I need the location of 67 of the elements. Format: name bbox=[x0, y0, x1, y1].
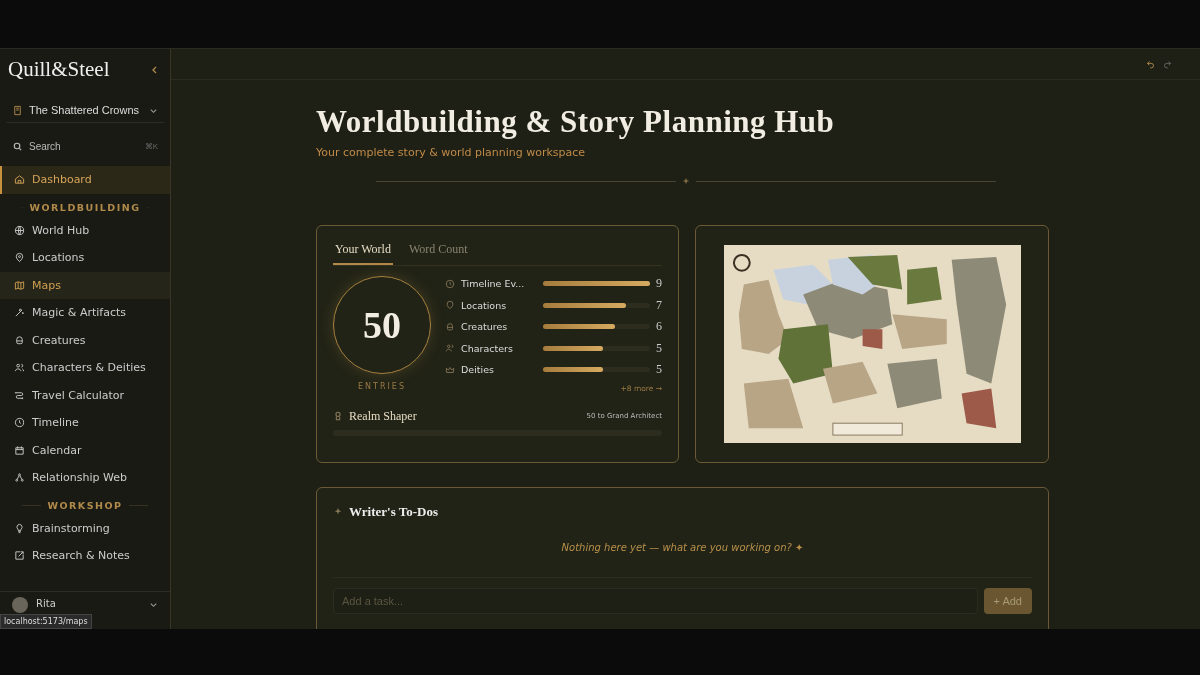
book-icon bbox=[12, 104, 23, 116]
nav-item[interactable]: Maps bbox=[0, 271, 170, 299]
total-label: ENTRIES bbox=[358, 382, 406, 391]
map-pin-icon bbox=[445, 300, 455, 311]
sparkle-icon bbox=[682, 177, 690, 185]
category-label: Deities bbox=[461, 364, 495, 376]
task-input[interactable]: Add a task... bbox=[333, 588, 978, 614]
search-button[interactable]: Search ⌘K bbox=[6, 133, 164, 160]
tab[interactable]: Word Count bbox=[406, 242, 470, 265]
section-heading: WORKSHOP bbox=[47, 499, 123, 511]
edit-note-icon bbox=[14, 550, 25, 562]
page-subtitle: Your complete story & world planning workspace bbox=[316, 146, 587, 159]
map-drawing[interactable] bbox=[723, 245, 1021, 443]
page-title: Worldbuilding & Story Planning Hub bbox=[316, 104, 836, 140]
undo-icon[interactable] bbox=[1146, 59, 1155, 69]
category-count: 6 bbox=[656, 319, 662, 335]
nav-item[interactable]: Characters & Deities bbox=[0, 354, 170, 382]
helmet-icon bbox=[14, 334, 25, 346]
app-logo[interactable]: Quill&Steel bbox=[8, 57, 110, 82]
home-icon bbox=[14, 174, 25, 186]
tab[interactable]: Your World bbox=[333, 242, 393, 265]
user-name[interactable]: Rita bbox=[36, 597, 56, 611]
nav-item[interactable]: Locations bbox=[0, 244, 170, 272]
category-count: 5 bbox=[656, 340, 662, 356]
nav-item[interactable]: Brainstorming bbox=[0, 514, 170, 542]
total-count: 50 bbox=[363, 303, 401, 347]
category-label: Characters bbox=[461, 342, 514, 354]
category-label: Creatures bbox=[461, 321, 509, 333]
nav-item[interactable]: Timeline bbox=[0, 409, 170, 437]
route-icon bbox=[14, 389, 25, 401]
empty-state-text: Nothing here yet — what are you working on? ✦ bbox=[560, 542, 805, 553]
nav-item[interactable]: Research & Notes bbox=[0, 542, 170, 570]
category-label: Locations bbox=[461, 299, 508, 311]
nav-item[interactable]: Calendar bbox=[0, 436, 170, 464]
wand-icon bbox=[14, 307, 25, 319]
nav-item[interactable]: Relationship Web bbox=[0, 464, 170, 492]
category-label: Timeline Ev... bbox=[461, 278, 526, 290]
chevron-down-icon[interactable] bbox=[149, 600, 158, 609]
network-icon bbox=[14, 472, 25, 484]
calendar-icon bbox=[14, 444, 25, 456]
medal-icon bbox=[333, 411, 343, 421]
clock-icon bbox=[14, 417, 25, 429]
globe-icon bbox=[14, 224, 25, 236]
link-preview-tooltip: localhost:5173/maps bbox=[0, 614, 92, 629]
nav-item[interactable]: Creatures bbox=[0, 326, 170, 354]
category-count: 7 bbox=[656, 297, 662, 313]
category-count: 9 bbox=[656, 276, 662, 292]
people-icon bbox=[445, 343, 455, 354]
category-count: 5 bbox=[656, 362, 662, 378]
nav-item[interactable]: Magic & Artifacts bbox=[0, 299, 170, 327]
search-icon bbox=[12, 141, 23, 152]
section-heading: WORLDBUILDING bbox=[29, 201, 141, 213]
avatar[interactable] bbox=[12, 597, 28, 613]
nav-item[interactable]: Travel Calculator bbox=[0, 381, 170, 409]
map-icon bbox=[14, 279, 25, 291]
map-pin-icon bbox=[14, 252, 25, 264]
todo-title: Writer's To-Dos bbox=[349, 504, 438, 520]
clock-icon bbox=[445, 278, 455, 289]
helmet-icon bbox=[445, 321, 455, 332]
redo-icon[interactable] bbox=[1163, 59, 1172, 69]
people-icon bbox=[14, 362, 25, 374]
project-selector[interactable]: The Shattered Crowns bbox=[6, 98, 164, 123]
nav-item[interactable]: World Hub bbox=[0, 216, 170, 244]
nav-item[interactable]: Dashboard bbox=[0, 166, 170, 194]
lightbulb-icon bbox=[14, 522, 25, 534]
rank-title: Realm Shaper bbox=[349, 408, 418, 424]
crown-icon bbox=[445, 364, 455, 375]
